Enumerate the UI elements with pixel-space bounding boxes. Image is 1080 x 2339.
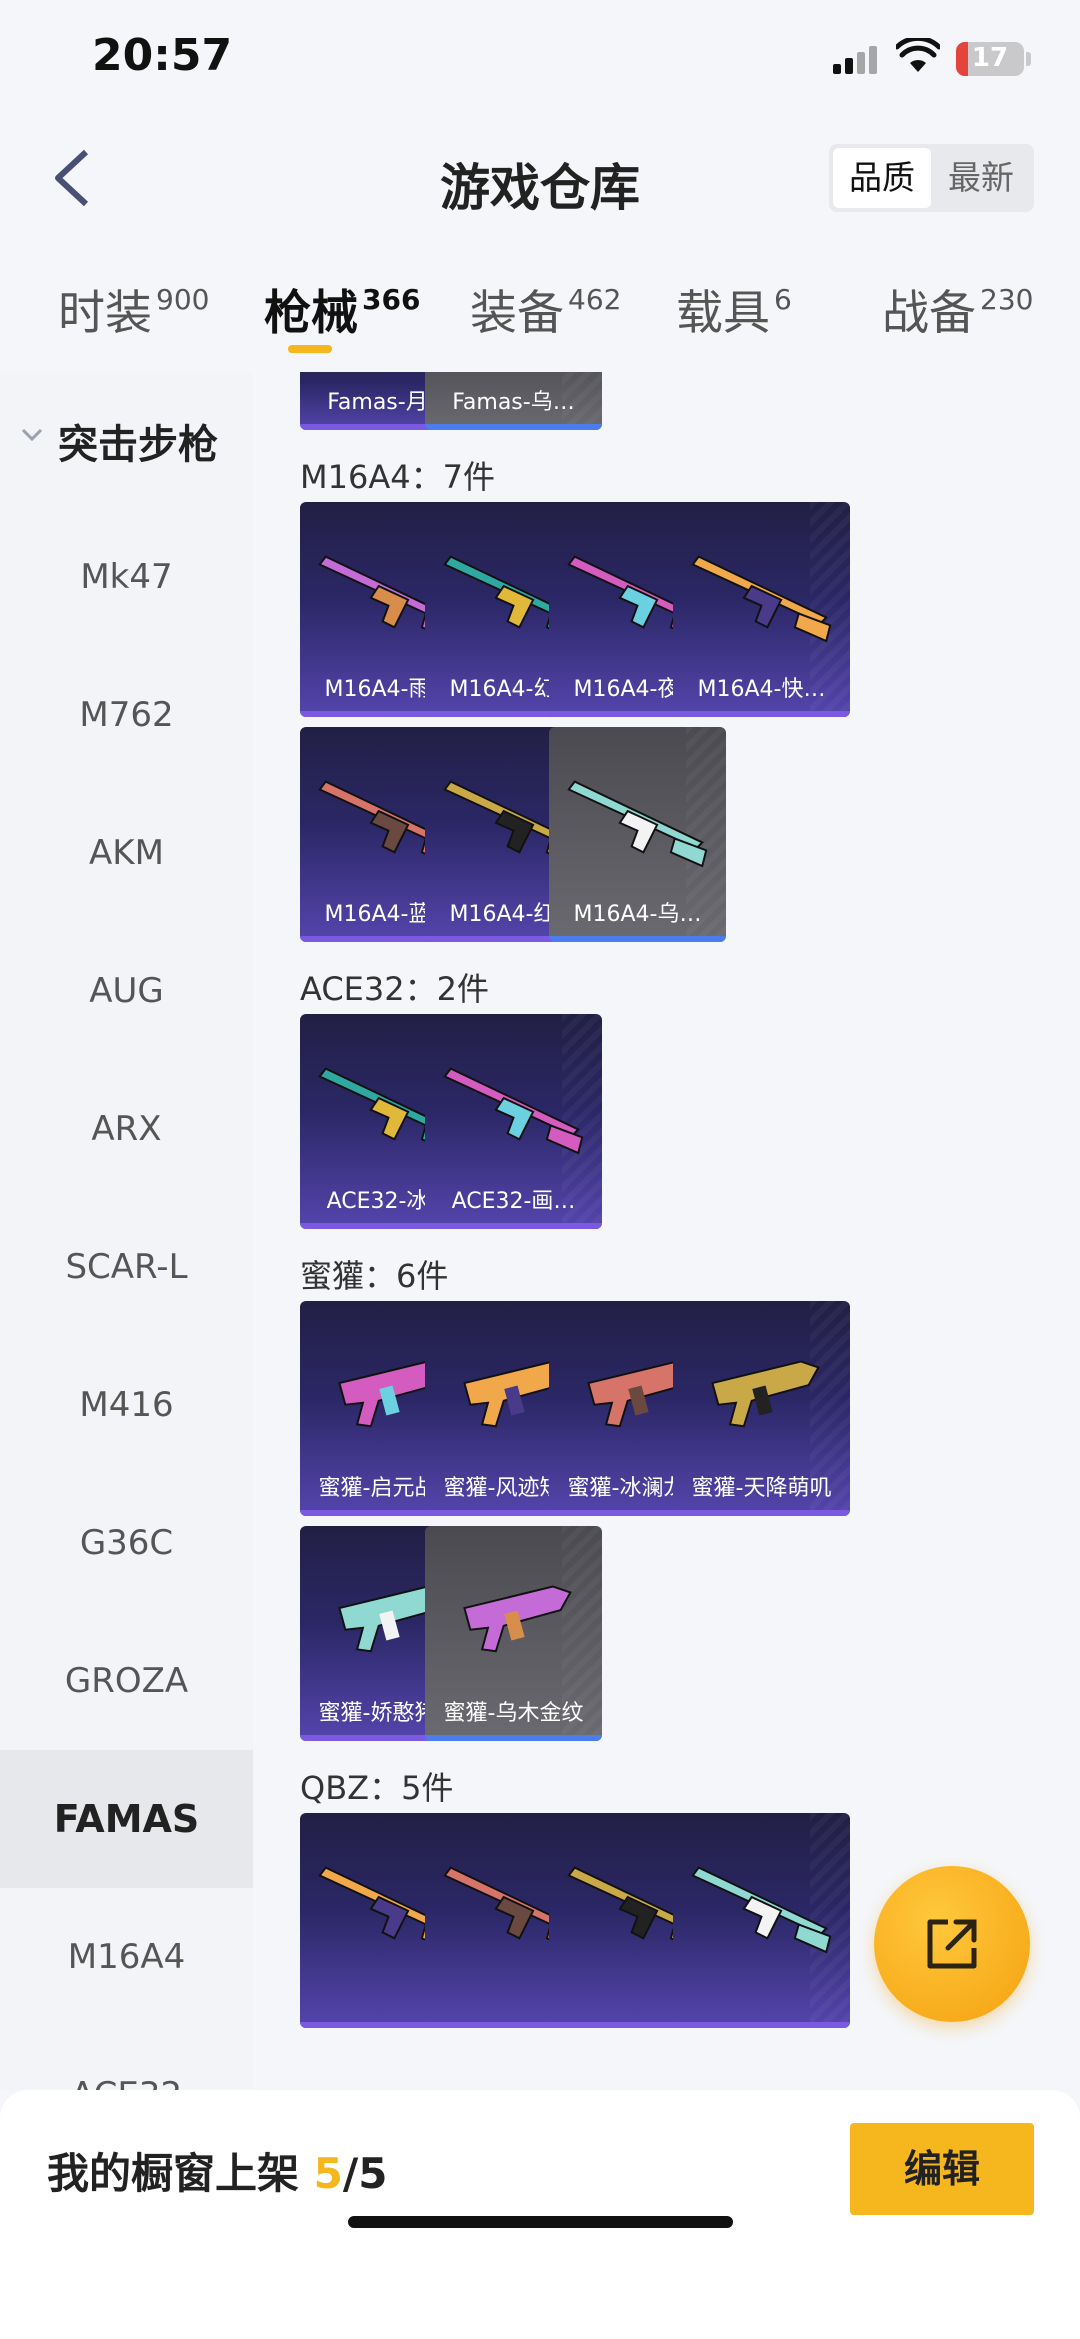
item-name: ACE32-画…	[451, 1189, 576, 1214]
ace32-gun-icon	[443, 1067, 584, 1155]
battery-icon: 17	[956, 42, 1024, 76]
showcase-status: 我的橱窗上架 5/5	[47, 2140, 387, 2201]
qbz-gun-icon	[691, 1866, 832, 1954]
wifi-icon	[896, 38, 940, 72]
sort-toggle: 品质 最新	[829, 144, 1034, 212]
section-title: M16A4：7件	[300, 458, 495, 496]
sidebar-item-ace32[interactable]: ACE32	[0, 2026, 253, 2090]
sort-newest-button[interactable]: 最新	[932, 148, 1030, 208]
battery-tip	[1026, 52, 1031, 66]
item-name: M16A4-乌…	[573, 902, 702, 927]
sidebar-group-label: 突击步枪	[58, 422, 218, 468]
m16a4-gun-icon	[567, 780, 708, 868]
tab-count: 6	[774, 283, 792, 316]
category-tabs: 时装 900 枪械 366 装备 462 载具 6 战备 230	[0, 264, 1080, 364]
tab-label: 战备	[882, 286, 976, 341]
item-card[interactable]: 蜜獾-天降萌叽	[673, 1301, 850, 1516]
tab-fashion[interactable]: 时装 900	[58, 274, 209, 343]
sidebar-group-header[interactable]: 突击步枪	[0, 372, 253, 502]
home-indicator[interactable]	[348, 2216, 733, 2228]
tab-count: 230	[980, 283, 1034, 316]
item-card[interactable]: ACE32-画…	[425, 1014, 602, 1229]
tab-count: 462	[568, 283, 622, 316]
sidebar-item-akm[interactable]: AKM	[0, 784, 253, 922]
sidebar-item-mk47[interactable]: Mk47	[0, 508, 253, 646]
item-card[interactable]: M16A4-乌…	[549, 727, 726, 942]
tab-count: 366	[362, 283, 421, 316]
sidebar-item-m16a4[interactable]: M16A4	[0, 1888, 253, 2026]
sidebar-item-g36c[interactable]: G36C	[0, 1474, 253, 1612]
honey-badger-gun-icon	[711, 1360, 820, 1428]
section-title: ACE32：2件	[300, 970, 489, 1008]
item-card[interactable]: Famas-乌…	[425, 372, 602, 430]
item-card[interactable]: M16A4-快…	[673, 502, 850, 717]
showcase-total: /5	[342, 2149, 388, 2198]
chevron-down-icon	[21, 428, 43, 442]
sidebar-item-groza[interactable]: GROZA	[0, 1612, 253, 1750]
tab-label: 枪械	[264, 286, 358, 341]
m16a4-gun-icon	[691, 555, 832, 643]
item-name: 蜜獾-天降萌叽	[691, 1476, 832, 1501]
edit-button[interactable]: 编辑	[850, 2123, 1034, 2215]
showcase-bar: 我的橱窗上架 5/5 编辑	[0, 2090, 1080, 2339]
sidebar-item-m416[interactable]: M416	[0, 1336, 253, 1474]
sidebar-item-aug[interactable]: AUG	[0, 922, 253, 1060]
tab-supplies[interactable]: 战备 230	[882, 274, 1033, 343]
share-icon	[927, 1919, 977, 1969]
item-card[interactable]	[673, 1813, 850, 2028]
honey-badger-gun-icon	[463, 1585, 572, 1653]
item-name: Famas-乌…	[452, 390, 575, 415]
cellular-signal-icon	[833, 44, 879, 74]
sidebar-item-arx[interactable]: ARX	[0, 1060, 253, 1198]
sidebar-item-m762[interactable]: M762	[0, 646, 253, 784]
item-name: M16A4-快…	[697, 677, 826, 702]
status-time: 20:57	[92, 30, 233, 81]
sidebar-item-scar-l[interactable]: SCAR-L	[0, 1198, 253, 1336]
section-title: QBZ：5件	[300, 1769, 454, 1807]
sidebar-item-famas[interactable]: FAMAS	[0, 1750, 253, 1888]
tab-vehicles[interactable]: 载具 6	[676, 274, 792, 343]
active-tab-indicator	[288, 345, 332, 353]
tab-label: 载具	[676, 286, 770, 341]
tab-label: 时装	[58, 286, 152, 341]
tab-firearms[interactable]: 枪械 366	[264, 274, 420, 343]
tab-count: 900	[156, 283, 210, 316]
item-grid: Famas-月… Famas-乌… M16A4：7件 M16A4-雨… M16A4-幻……	[253, 372, 1080, 2090]
showcase-current: 5	[313, 2149, 343, 2198]
tab-equipment[interactable]: 装备 462	[470, 274, 621, 343]
item-name: 蜜獾-乌木金纹	[443, 1701, 584, 1726]
weapon-sidebar: 突击步枪 Mk47 M762 AKM AUG ARX SCAR-L M416 G…	[0, 372, 253, 2090]
tab-label: 装备	[470, 286, 564, 341]
share-button[interactable]	[874, 1866, 1030, 2022]
showcase-label: 我的橱窗上架	[47, 2149, 300, 2198]
section-title: 蜜獾：6件	[300, 1257, 449, 1295]
sort-quality-button[interactable]: 品质	[833, 148, 931, 208]
battery-level: 17	[971, 43, 1009, 73]
status-bar: 20:57 17	[0, 0, 1080, 120]
item-card[interactable]: 蜜獾-乌木金纹	[425, 1526, 602, 1741]
item-sections: Famas-月… Famas-乌… M16A4：7件 M16A4-雨… M16A4-幻……	[253, 372, 1080, 2090]
